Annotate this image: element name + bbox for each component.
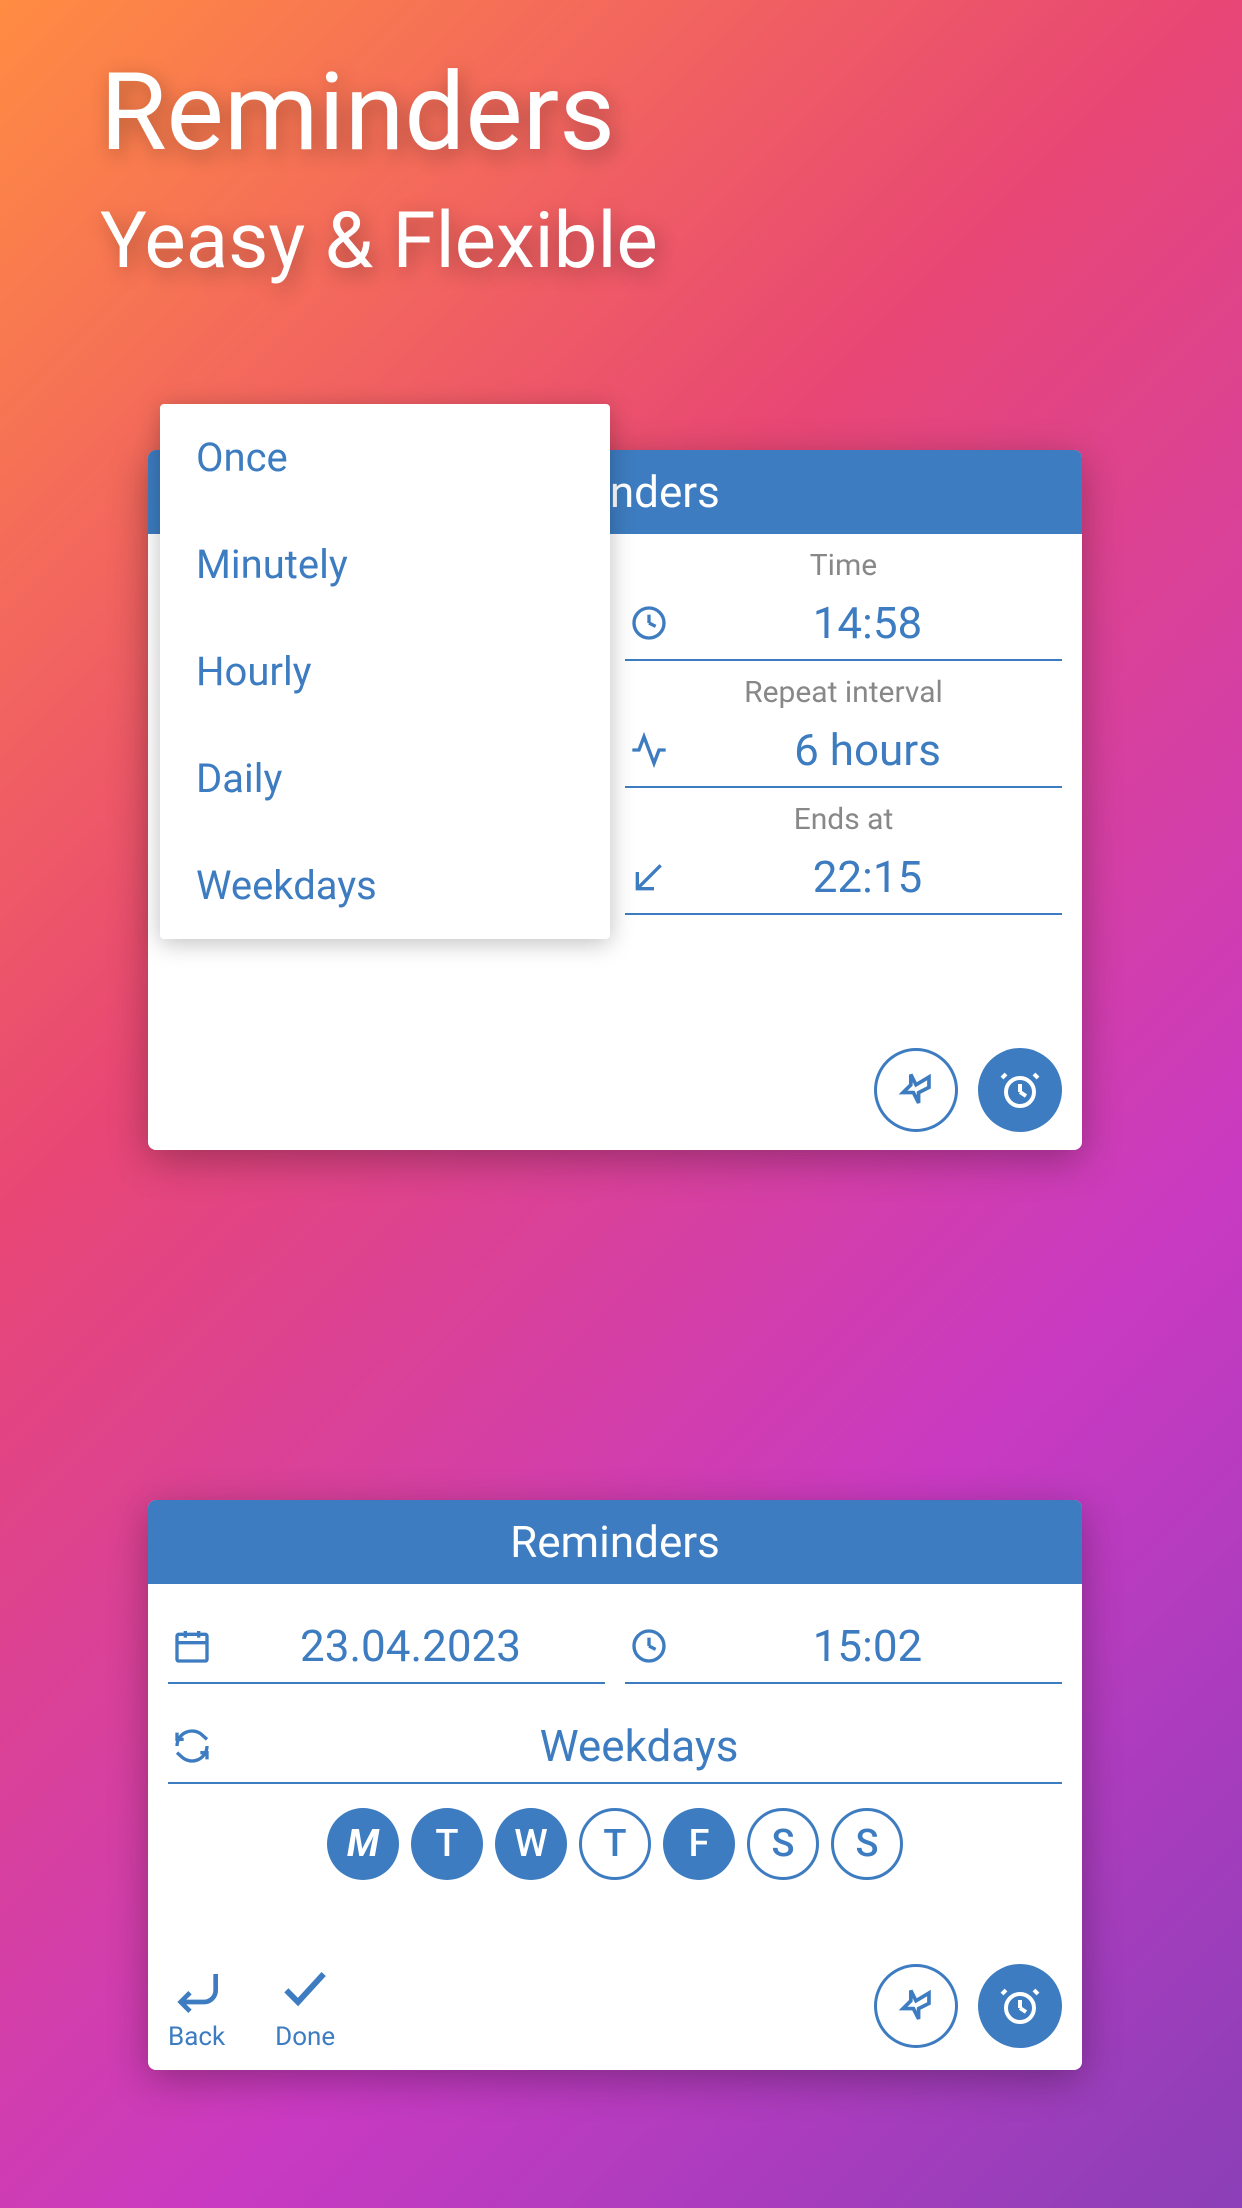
hero-title: Reminders <box>100 50 1242 176</box>
type-dropdown: Once Minutely Hourly Daily Weekdays <box>160 404 610 939</box>
calendar-icon <box>168 1622 216 1670</box>
clock-icon <box>625 599 673 647</box>
weekday-toggle-2[interactable]: W <box>495 1808 567 1880</box>
dropdown-item-minutely[interactable]: Minutely <box>160 511 610 618</box>
interval-field[interactable]: Repeat interval 6 hours <box>625 661 1062 788</box>
date-value: 23.04.2023 <box>216 1620 605 1672</box>
pin-button[interactable] <box>874 1964 958 2048</box>
weekday-toggle-0[interactable]: M <box>327 1808 399 1880</box>
type-value: Weekdays <box>216 1720 1062 1772</box>
dropdown-item-hourly[interactable]: Hourly <box>160 618 610 725</box>
ends-field[interactable]: Ends at 22:15 <box>625 788 1062 915</box>
type-field[interactable]: Weekdays <box>168 1684 1062 1784</box>
clock-icon <box>625 1622 673 1670</box>
time-value: 15:02 <box>673 1620 1062 1672</box>
hero-subtitle: Yeasy & Flexible <box>100 196 1242 287</box>
interval-value: 6 hours <box>673 724 1062 776</box>
back-label: Back <box>168 2022 225 2052</box>
reminder-card-2: Reminders 23.04.2023 15:02 <box>148 1500 1082 2070</box>
weekday-toggle-3[interactable]: T <box>579 1808 651 1880</box>
weekday-toggle-5[interactable]: S <box>747 1808 819 1880</box>
weekday-toggle-6[interactable]: S <box>831 1808 903 1880</box>
interval-label: Repeat interval <box>625 675 1062 710</box>
done-button[interactable]: Done <box>275 1960 335 2052</box>
time-field[interactable]: Time 14:58 <box>625 534 1062 661</box>
weekday-toggle-4[interactable]: F <box>663 1808 735 1880</box>
done-label: Done <box>275 2022 335 2052</box>
date-field[interactable]: 23.04.2023 <box>168 1584 605 1684</box>
weekday-toggle-1[interactable]: T <box>411 1808 483 1880</box>
pulse-icon <box>625 726 673 774</box>
dropdown-item-daily[interactable]: Daily <box>160 725 610 832</box>
weekdays-row: MTWTFSS <box>148 1808 1082 1880</box>
time-label: Time <box>625 548 1062 583</box>
repeat-icon <box>168 1722 216 1770</box>
ends-value: 22:15 <box>673 851 1062 903</box>
time-value: 14:58 <box>673 597 1062 649</box>
dropdown-item-once[interactable]: Once <box>160 404 610 511</box>
ends-label: Ends at <box>625 802 1062 837</box>
pin-button[interactable] <box>874 1048 958 1132</box>
time-field[interactable]: 15:02 <box>625 1584 1062 1684</box>
alarm-button[interactable] <box>978 1964 1062 2048</box>
dropdown-item-weekdays[interactable]: Weekdays <box>160 832 610 939</box>
back-button[interactable]: Back <box>168 1960 225 2052</box>
alarm-button[interactable] <box>978 1048 1062 1132</box>
card-header: Reminders <box>148 1500 1082 1584</box>
arrow-down-left-icon <box>625 853 673 901</box>
